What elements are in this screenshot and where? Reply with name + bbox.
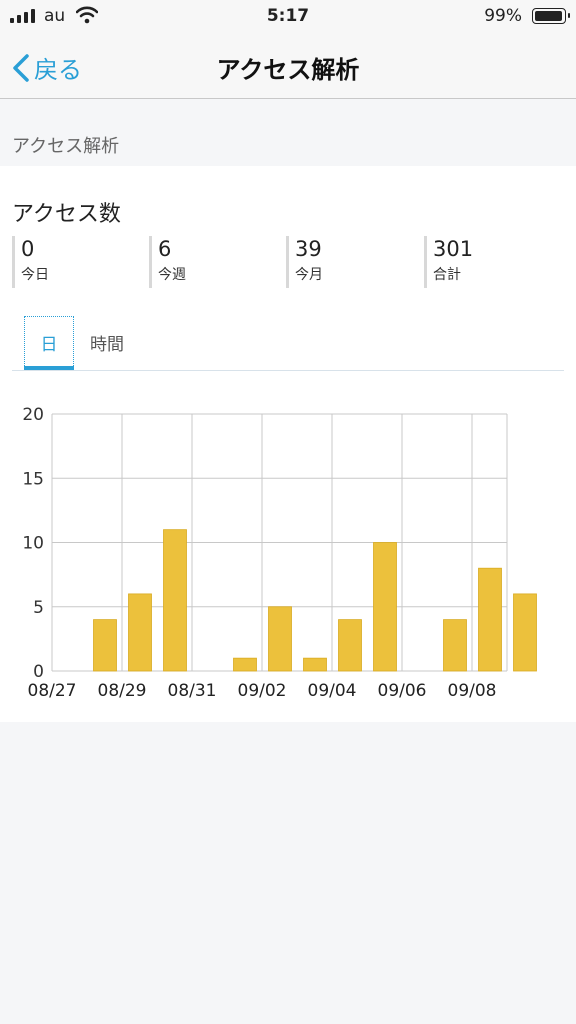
chart-bar — [373, 542, 397, 672]
stat-value: 6 — [158, 237, 172, 261]
x-tick-label: 09/06 — [378, 681, 427, 701]
chart-bar — [163, 529, 187, 672]
chart-bar — [443, 619, 467, 672]
stat-value: 0 — [21, 237, 35, 261]
stat-today: 0 今日 — [12, 236, 147, 288]
access-count-card: アクセス数 0 今日 6 今週 39 今月 301 合計 日 時間 0 5 10 15… — [0, 166, 576, 722]
chart-bar — [93, 619, 117, 672]
y-tick-label: 10 — [22, 534, 44, 554]
stat-label: 今日 — [21, 267, 49, 283]
x-tick-label: 08/27 — [28, 681, 77, 701]
page-title: アクセス解析 — [216, 56, 360, 84]
stat-this-week: 6 今週 — [149, 236, 284, 288]
battery-icon — [532, 8, 570, 24]
x-tick-label: 09/08 — [448, 681, 497, 701]
x-tick-label: 08/31 — [168, 681, 217, 701]
chart-bar — [338, 619, 362, 672]
battery-percent: 99% — [484, 6, 522, 26]
stat-value: 39 — [295, 237, 322, 261]
chart-bar — [128, 593, 152, 672]
stat-label: 合計 — [433, 267, 461, 283]
y-tick-label: 20 — [22, 405, 44, 425]
stat-this-month: 39 今月 — [286, 236, 421, 288]
tab-bar: 日 時間 — [12, 316, 564, 371]
access-bar-chart: 0 5 10 15 20 08/27 08/29 08/31 09/02 09/04 09/06 09… — [22, 405, 537, 701]
empty-area — [0, 722, 576, 1024]
x-tick-label: 08/29 — [98, 681, 147, 701]
chart-bar — [268, 606, 292, 672]
section-label: アクセス解析 — [12, 136, 120, 157]
stat-label: 今週 — [158, 267, 186, 283]
chart-bar — [513, 593, 537, 672]
navigation-bar: 戻る アクセス解析 — [0, 34, 576, 99]
tab-hour[interactable]: 時間 — [84, 316, 130, 368]
stat-label: 今月 — [295, 267, 323, 283]
chart-bar — [478, 567, 502, 672]
y-tick-label: 0 — [33, 662, 44, 682]
stat-total: 301 合計 — [424, 236, 559, 288]
status-bar: au 5:17 99% — [0, 0, 576, 34]
stat-value: 301 — [433, 237, 474, 261]
chart-bar — [233, 657, 257, 672]
card-title: アクセス数 — [12, 202, 121, 227]
x-tick-label: 09/02 — [238, 681, 287, 701]
x-tick-label: 09/04 — [308, 681, 357, 701]
tab-day[interactable]: 日 — [24, 316, 74, 370]
stats-row: 0 今日 6 今週 39 今月 301 合計 — [12, 236, 564, 288]
y-tick-label: 15 — [22, 469, 44, 489]
chart-bar — [303, 657, 327, 672]
y-tick-label: 5 — [33, 598, 44, 618]
